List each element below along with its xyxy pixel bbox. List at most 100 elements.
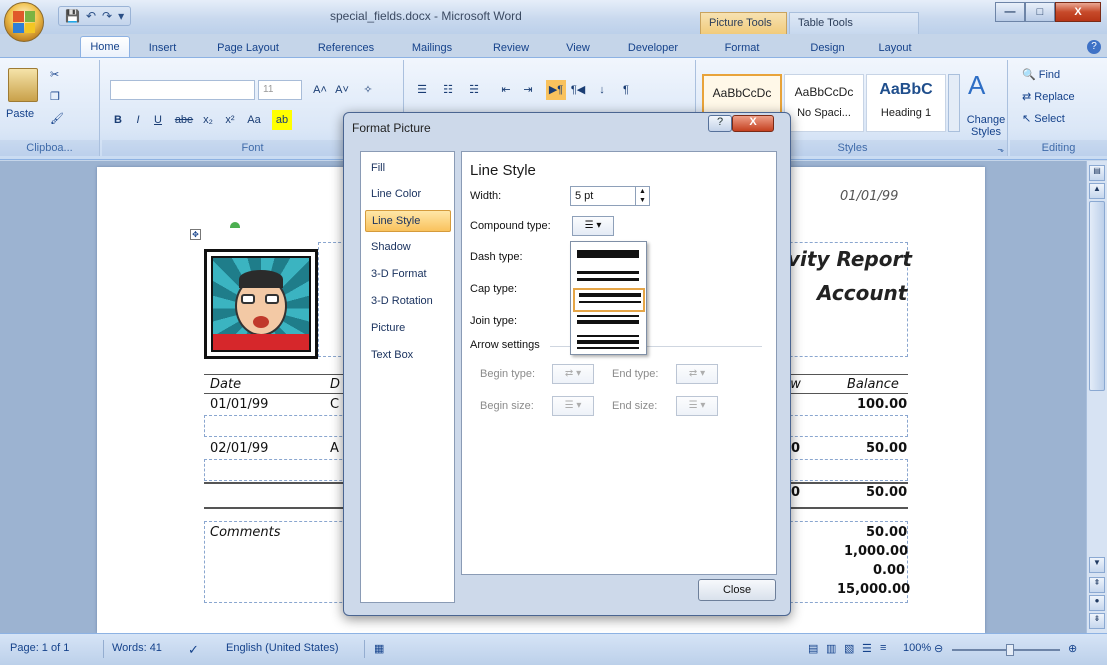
minimize-button[interactable]: —: [995, 2, 1025, 22]
highlight-icon[interactable]: ab: [272, 110, 292, 130]
compound-thin-thick[interactable]: [573, 310, 645, 334]
word-count[interactable]: Words: 41: [112, 642, 162, 654]
grow-font-button[interactable]: A˄: [310, 80, 330, 100]
end-size-dropdown[interactable]: ☰ ▾: [676, 396, 718, 416]
nav-fill[interactable]: Fill: [365, 158, 451, 180]
zoom-level[interactable]: 100%: [903, 642, 931, 654]
proofing-icon[interactable]: ✓: [188, 642, 199, 658]
style-no-spacing[interactable]: AaBbCcDc No Spaci...: [784, 74, 864, 132]
tab-page-layout[interactable]: Page Layout: [208, 38, 288, 58]
tab-insert[interactable]: Insert: [140, 38, 185, 58]
end-type-dropdown[interactable]: ⇄ ▾: [676, 364, 718, 384]
tab-home[interactable]: Home: [80, 36, 130, 59]
find-button[interactable]: 🔍 Find: [1022, 68, 1060, 81]
styles-launcher-icon[interactable]: ⬎: [997, 145, 1004, 154]
underline-button[interactable]: U: [148, 110, 168, 130]
view-web-icon[interactable]: ▧: [844, 642, 854, 655]
zoom-slider-thumb[interactable]: [1006, 644, 1014, 656]
change-case-button[interactable]: Aa: [244, 110, 264, 130]
page-count[interactable]: Page: 1 of 1: [10, 642, 69, 654]
undo-icon[interactable]: ↶: [86, 9, 96, 23]
numbering-icon[interactable]: ☷: [438, 80, 458, 100]
change-styles-button[interactable]: Change Styles: [966, 114, 1006, 138]
nav-text-box[interactable]: Text Box: [365, 345, 451, 367]
select-browse-object-icon[interactable]: ●: [1089, 595, 1105, 611]
multilevel-list-icon[interactable]: ☵: [464, 80, 484, 100]
dialog-close-button[interactable]: Close: [698, 579, 776, 601]
increase-indent-icon[interactable]: ⇥: [518, 80, 538, 100]
tab-design[interactable]: Design: [800, 38, 855, 58]
tab-format[interactable]: Format: [712, 38, 772, 58]
close-window-button[interactable]: X: [1055, 2, 1101, 22]
nav-picture[interactable]: Picture: [365, 318, 451, 340]
bold-button[interactable]: B: [108, 110, 128, 130]
italic-button[interactable]: I: [128, 110, 148, 130]
view-outline-icon[interactable]: ☰: [862, 642, 872, 655]
select-button[interactable]: ↖ Select: [1022, 112, 1065, 125]
vertical-scrollbar[interactable]: ▤ ▲ ▼ ⇞ ● ⇟: [1086, 161, 1107, 633]
view-print-layout-icon[interactable]: ▤: [808, 642, 818, 655]
spinner-arrows-icon[interactable]: ▲ ▼: [635, 187, 649, 205]
nav-line-style[interactable]: Line Style: [365, 210, 451, 232]
language[interactable]: English (United States): [226, 642, 339, 654]
paste-button[interactable]: Paste: [6, 108, 34, 120]
sort-icon[interactable]: ↓: [592, 80, 612, 100]
rotate-handle-icon[interactable]: [230, 222, 240, 228]
tab-view[interactable]: View: [558, 38, 598, 58]
office-button[interactable]: [4, 2, 44, 42]
redo-icon[interactable]: ↷: [102, 9, 112, 23]
view-full-screen-icon[interactable]: ▥: [826, 642, 836, 655]
style-heading-1[interactable]: AaBbC Heading 1: [866, 74, 946, 132]
compound-type-dropdown[interactable]: ☰ ▾: [572, 216, 614, 236]
styles-scroll[interactable]: [948, 74, 960, 132]
cut-icon[interactable]: ✂: [50, 68, 59, 81]
scroll-thumb[interactable]: [1089, 201, 1105, 391]
zoom-in-icon[interactable]: ⊕: [1068, 642, 1077, 655]
replace-button[interactable]: ⇄ Replace: [1022, 90, 1075, 103]
tab-layout[interactable]: Layout: [870, 38, 920, 58]
customize-qat-icon[interactable]: ▾: [118, 9, 124, 23]
nav-line-color[interactable]: Line Color: [365, 184, 451, 206]
clear-formatting-icon[interactable]: ✧: [358, 80, 378, 100]
tab-developer[interactable]: Developer: [618, 38, 688, 58]
subscript-button[interactable]: x₂: [198, 110, 218, 130]
ltr-icon[interactable]: ▶¶: [546, 80, 566, 100]
save-icon[interactable]: 💾: [65, 9, 80, 23]
macro-icon[interactable]: ▦: [374, 642, 384, 655]
width-spinner[interactable]: 5 pt ▲ ▼: [570, 186, 650, 206]
decrease-indent-icon[interactable]: ⇤: [496, 80, 516, 100]
strikethrough-button[interactable]: abe: [174, 110, 194, 130]
tab-references[interactable]: References: [306, 38, 386, 58]
next-page-icon[interactable]: ⇟: [1089, 613, 1105, 629]
superscript-button[interactable]: x²: [220, 110, 240, 130]
compound-single[interactable]: [573, 244, 645, 268]
table-move-handle-icon[interactable]: ✥: [190, 229, 201, 240]
bullets-icon[interactable]: ☰: [412, 80, 432, 100]
font-size-box[interactable]: 11: [258, 80, 302, 100]
prev-page-icon[interactable]: ⇞: [1089, 577, 1105, 593]
scroll-up-icon[interactable]: ▲: [1089, 183, 1105, 199]
font-name-box[interactable]: [110, 80, 255, 100]
dialog-help-button[interactable]: ?: [708, 115, 732, 132]
avatar-picture[interactable]: [204, 249, 318, 359]
paste-icon[interactable]: [8, 68, 38, 102]
copy-icon[interactable]: ❐: [50, 90, 60, 103]
show-formatting-icon[interactable]: ¶: [616, 80, 636, 100]
tab-mailings[interactable]: Mailings: [402, 38, 462, 58]
begin-type-dropdown[interactable]: ⇄ ▾: [552, 364, 594, 384]
view-draft-icon[interactable]: ≡: [880, 642, 886, 654]
ruler-toggle-icon[interactable]: ▤: [1089, 165, 1105, 181]
shrink-font-button[interactable]: A˅: [332, 80, 352, 100]
compound-double[interactable]: [573, 266, 645, 290]
nav-3d-rotation[interactable]: 3-D Rotation: [365, 291, 451, 313]
maximize-button[interactable]: □: [1025, 2, 1055, 22]
help-button[interactable]: ?: [1087, 40, 1101, 54]
compound-thick-thin[interactable]: [573, 288, 645, 312]
nav-shadow[interactable]: Shadow: [365, 237, 451, 259]
scroll-down-icon[interactable]: ▼: [1089, 557, 1105, 573]
tab-review[interactable]: Review: [486, 38, 536, 58]
nav-3d-format[interactable]: 3-D Format: [365, 264, 451, 286]
dialog-close-x-button[interactable]: X: [732, 115, 774, 132]
format-painter-icon[interactable]: 🖌: [50, 112, 64, 125]
compound-triple[interactable]: [573, 332, 645, 356]
